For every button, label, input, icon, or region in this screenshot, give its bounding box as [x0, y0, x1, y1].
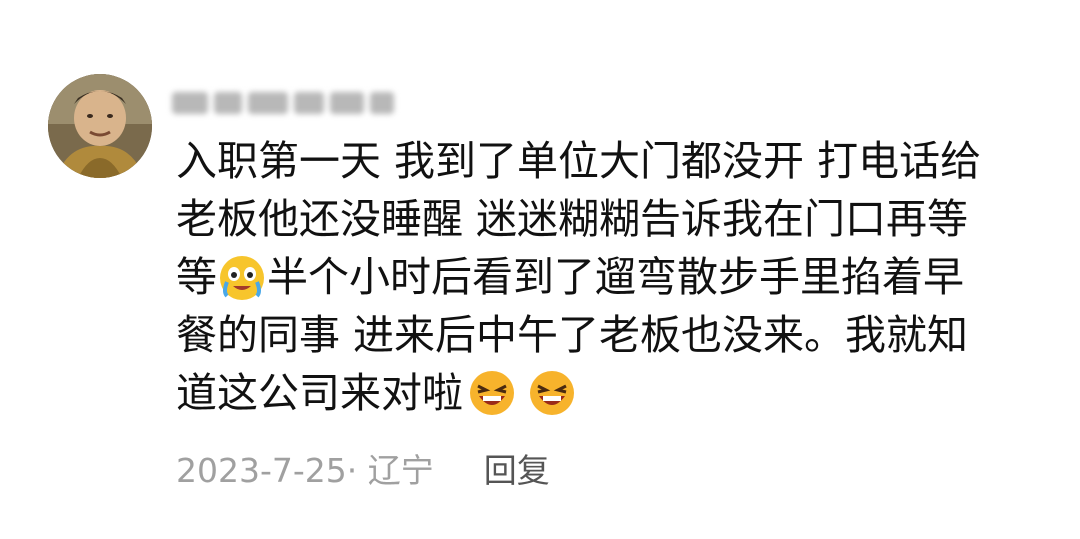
laughing-emoji-icon: [467, 368, 517, 418]
crying-laughing-emoji-icon: [217, 252, 267, 302]
laughing-emoji-icon: [527, 368, 577, 418]
comment-line-3: 等 半个小时后看到了遛弯散步手里掐着早: [176, 248, 1046, 306]
comment-line-2-text: 老板他还没睡醒 迷迷糊糊告诉我在门口再等: [176, 195, 969, 243]
comment-text: 入职第一天 我到了单位大门都没开 打电话给 老板他还没睡醒 迷迷糊糊告诉我在门口…: [176, 132, 1046, 422]
reply-button[interactable]: 回复: [484, 444, 550, 492]
comment-date-location: 2023-7-25· 辽宁: [176, 451, 434, 490]
avatar-image: [48, 74, 152, 178]
comment-line-5: 道这公司来对啦: [176, 364, 1046, 422]
comment-meta: 2023-7-25· 辽宁 回复: [176, 446, 550, 490]
comment-line-5-text: 道这公司来对啦: [176, 369, 463, 417]
username-blurred[interactable]: [172, 84, 402, 122]
comment-line-2: 老板他还没睡醒 迷迷糊糊告诉我在门口再等: [176, 190, 1046, 248]
comment-line-4: 餐的同事 进来后中午了老板也没来。我就知: [176, 306, 1046, 364]
comment-line-1-text: 入职第一天 我到了单位大门都没开 打电话给: [176, 137, 982, 185]
avatar[interactable]: [48, 74, 152, 178]
comment-line-3-pre: 等: [176, 253, 217, 301]
comment-line-4-text: 餐的同事 进来后中午了老板也没来。我就知: [176, 311, 969, 359]
comment-line-3-post: 半个小时后看到了遛弯散步手里掐着早: [267, 253, 964, 301]
comment-line-1: 入职第一天 我到了单位大门都没开 打电话给: [176, 132, 1046, 190]
